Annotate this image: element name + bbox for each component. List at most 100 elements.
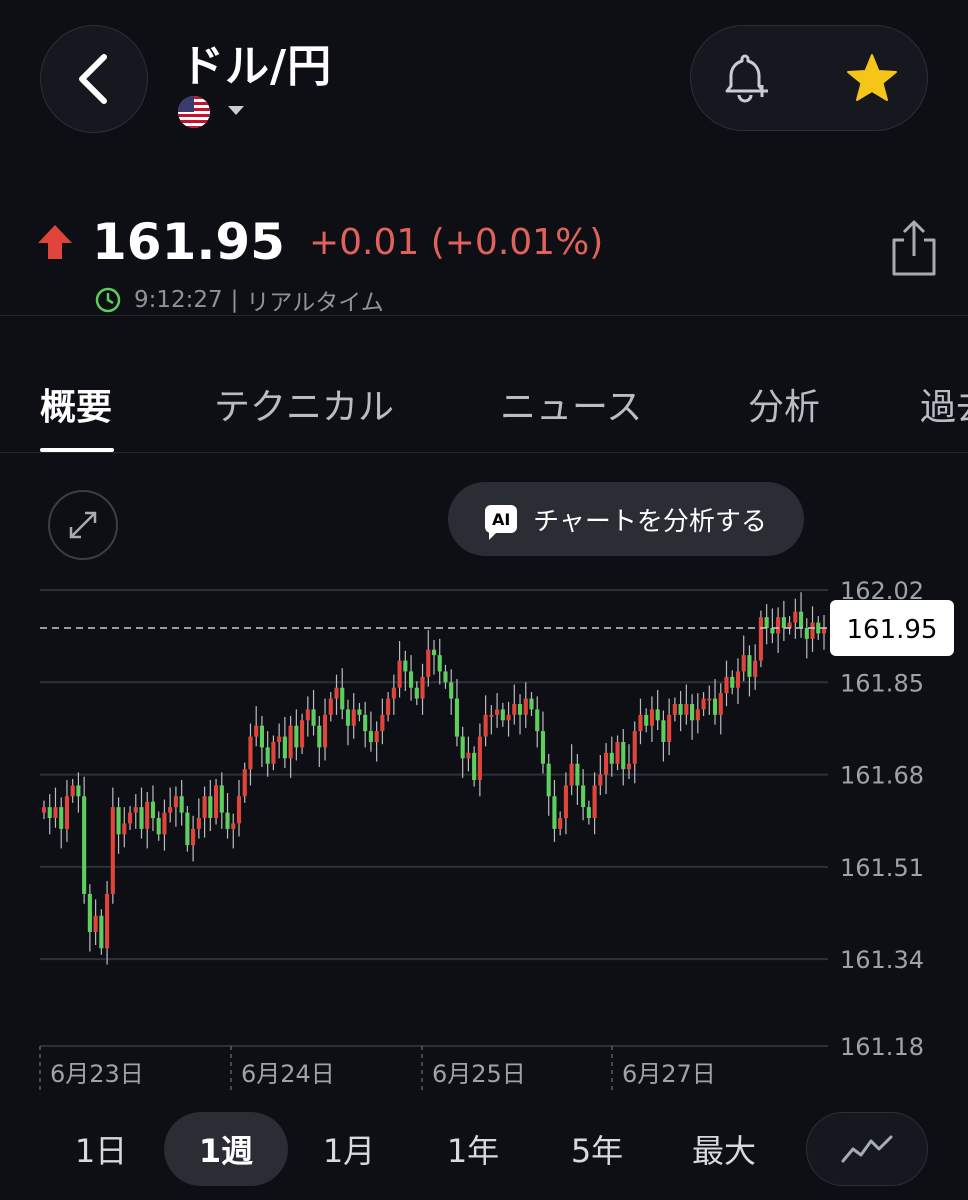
candle — [529, 698, 534, 710]
expand-icon — [69, 511, 97, 539]
candle — [724, 676, 729, 694]
candle — [328, 698, 333, 715]
favorite-button[interactable] — [841, 48, 903, 110]
range-1y[interactable]: 1年 — [428, 1112, 518, 1186]
price-chart[interactable]: 162.02161.85161.68161.51161.34161.18161.… — [0, 570, 968, 1100]
candle — [145, 801, 150, 829]
candle — [781, 617, 786, 628]
header-actions — [690, 25, 928, 131]
candle — [454, 698, 460, 737]
candle — [638, 714, 643, 732]
page-title: ドル/円 — [180, 41, 333, 92]
candle — [122, 823, 127, 835]
candle — [179, 796, 184, 813]
chevron-down-icon[interactable] — [228, 106, 244, 115]
range-1d[interactable]: 1日 — [56, 1112, 146, 1186]
candle — [191, 828, 196, 846]
candle — [523, 698, 528, 715]
tab-analysis[interactable]: 分析 — [748, 378, 820, 430]
candle — [357, 709, 362, 715]
candle — [397, 660, 402, 688]
candle — [345, 709, 351, 726]
candle — [156, 818, 161, 835]
candle — [701, 698, 706, 710]
candle — [512, 704, 517, 715]
candle — [391, 687, 396, 699]
candle — [667, 714, 672, 742]
candle — [644, 714, 649, 726]
candle — [99, 915, 104, 949]
candle — [87, 894, 92, 932]
y-tick-label: 161.51 — [840, 854, 924, 882]
candle — [380, 714, 385, 732]
candle — [76, 785, 81, 797]
candle — [288, 725, 293, 759]
candle — [70, 785, 75, 797]
candle — [472, 752, 477, 780]
candle — [793, 611, 798, 623]
candle — [322, 714, 328, 748]
candle — [254, 725, 259, 737]
back-button[interactable] — [40, 25, 148, 133]
candle — [460, 736, 465, 759]
chart-type-button[interactable] — [806, 1112, 928, 1186]
candle — [408, 671, 414, 688]
candle — [265, 747, 270, 764]
candle — [437, 655, 442, 672]
star-icon — [847, 54, 897, 101]
candle — [586, 807, 591, 818]
candle — [758, 617, 763, 661]
candle — [741, 655, 746, 672]
candle — [242, 769, 247, 797]
candle — [213, 785, 219, 818]
candle — [59, 807, 64, 829]
candle — [294, 725, 299, 748]
candle — [563, 785, 568, 818]
tab-overview[interactable]: 概要 — [40, 378, 112, 430]
candle — [93, 915, 98, 932]
candle — [558, 818, 563, 829]
candle — [305, 709, 310, 721]
candle — [655, 709, 660, 721]
candle — [105, 894, 110, 949]
tab-news[interactable]: ニュース — [500, 378, 642, 430]
candle — [483, 714, 488, 737]
candle — [552, 796, 557, 829]
candle — [506, 714, 511, 721]
candle — [798, 611, 804, 628]
candle — [810, 622, 815, 639]
range-max[interactable]: 最大 — [676, 1112, 772, 1186]
share-button[interactable] — [888, 218, 940, 278]
line-chart-icon — [841, 1135, 893, 1163]
tab-technical[interactable]: テクニカル — [214, 378, 394, 430]
candle — [64, 796, 70, 829]
candle — [351, 709, 356, 726]
range-1w[interactable]: 1週 — [164, 1112, 288, 1186]
candle — [707, 698, 712, 701]
add-alert-button[interactable] — [713, 48, 775, 110]
candle — [208, 796, 213, 818]
candle — [621, 742, 626, 770]
expand-chart-button[interactable] — [48, 490, 118, 560]
candle — [231, 823, 236, 829]
candle — [225, 812, 230, 829]
tab-history[interactable]: 過去 — [920, 378, 968, 430]
candle — [139, 807, 144, 829]
candle — [47, 807, 52, 818]
y-tick-label: 161.68 — [840, 762, 924, 790]
candle — [300, 720, 305, 748]
candle — [150, 801, 156, 818]
candle — [540, 731, 546, 764]
range-1m[interactable]: 1月 — [304, 1112, 394, 1186]
candle — [420, 676, 425, 699]
candle — [672, 704, 677, 715]
candle — [127, 812, 133, 824]
candle — [575, 763, 580, 786]
range-5y[interactable]: 5年 — [552, 1112, 642, 1186]
candle — [787, 622, 792, 628]
ai-analyze-chart-button[interactable]: AI チャートを分析する — [448, 482, 804, 556]
candle — [219, 785, 224, 813]
us-flag-icon[interactable] — [178, 96, 210, 128]
chevron-left-icon — [79, 54, 107, 104]
candle — [259, 725, 265, 748]
